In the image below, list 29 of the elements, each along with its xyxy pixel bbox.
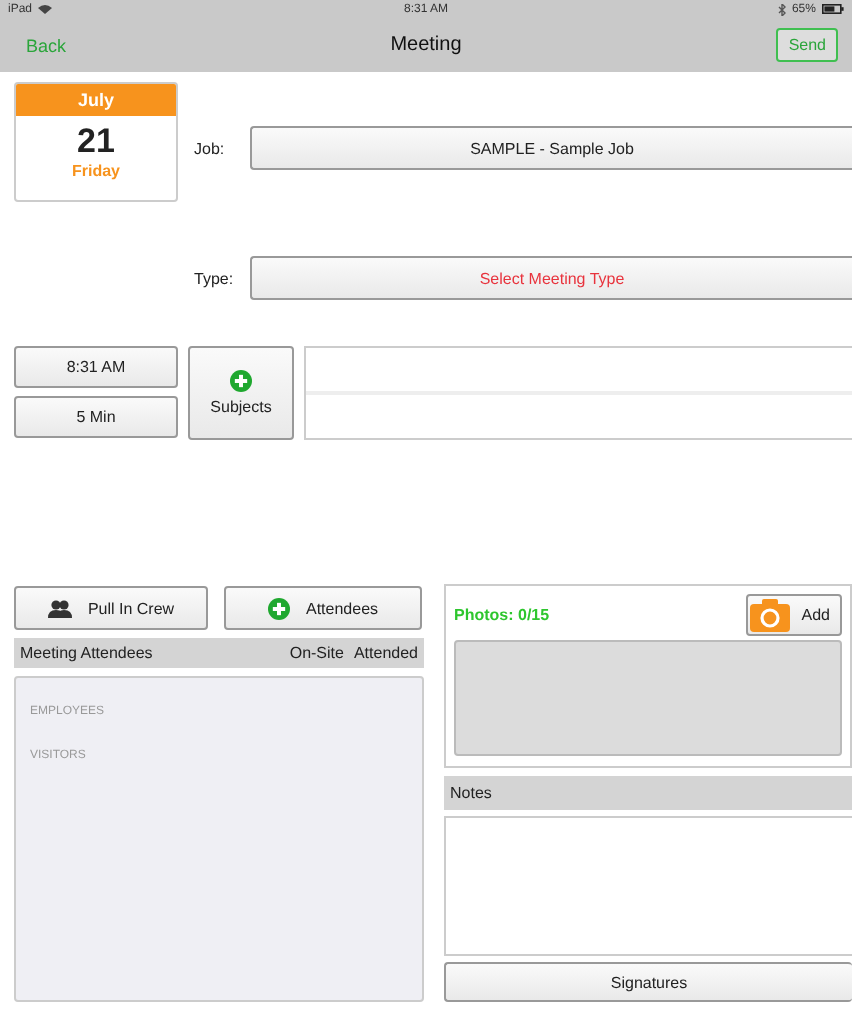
meeting-type-picker[interactable]: Select Meeting Type (250, 256, 852, 301)
column-header: On-Site (289, 644, 344, 663)
attendees-button[interactable]: Attendees (224, 586, 422, 631)
header-title: Meeting Attendees (20, 644, 153, 663)
notes-field[interactable] (444, 816, 852, 956)
plus-icon (230, 369, 252, 392)
photos-count: Photos: 0/15 (454, 606, 550, 625)
camera-icon (749, 598, 790, 633)
people-icon (47, 599, 72, 618)
job-picker[interactable]: SAMPLE - Sample Job (250, 126, 852, 171)
subjects-button[interactable]: Subjects (188, 345, 294, 440)
day-number: 21 (77, 122, 115, 162)
weekday-label: Friday (71, 162, 120, 180)
job-label: Job: (194, 139, 227, 158)
column-header: Attended (353, 644, 418, 663)
plus-icon (267, 597, 290, 620)
duration-button[interactable]: 5 Min (14, 395, 178, 438)
add-photo-button[interactable]: Add (745, 594, 842, 637)
battery-icon (821, 4, 844, 14)
pull-in-crew-button[interactable]: Pull In Crew (14, 586, 208, 631)
subjects-field[interactable] (304, 345, 852, 440)
notes-header: Notes (444, 776, 852, 811)
bluetooth-icon (777, 3, 786, 15)
type-label: Type: (194, 269, 236, 288)
signatures-button[interactable]: Signatures (444, 962, 852, 1002)
time-button[interactable]: 8:31 AM (14, 345, 178, 388)
month-label: July (16, 84, 176, 116)
nav-title: Meeting (390, 34, 462, 56)
wifi-icon (38, 4, 53, 14)
